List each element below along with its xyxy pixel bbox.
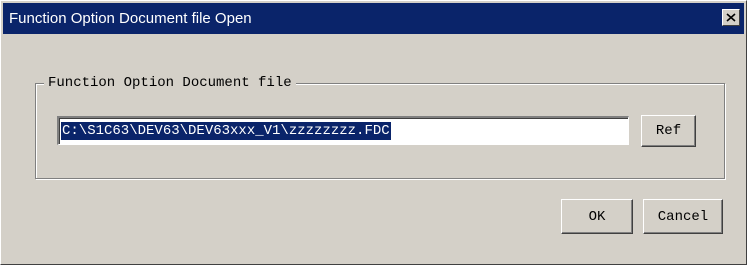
ok-button[interactable]: OK	[561, 199, 633, 234]
cancel-button[interactable]: Cancel	[643, 199, 723, 234]
title-bar[interactable]: Function Option Document file Open	[3, 3, 744, 34]
ref-button[interactable]: Ref	[641, 115, 696, 147]
close-button[interactable]	[722, 9, 740, 26]
window-title: Function Option Document file Open	[9, 10, 252, 27]
dialog-window: Function Option Document file Open Funct…	[0, 0, 747, 265]
groupbox-label: Function Option Document file	[44, 74, 296, 92]
close-icon	[726, 13, 736, 22]
file-path-value: C:\S1C63\DEV63\DEV63xxx_V1\zzzzzzzz.FDC	[61, 122, 391, 140]
file-path-input[interactable]: C:\S1C63\DEV63\DEV63xxx_V1\zzzzzzzz.FDC	[57, 116, 629, 145]
